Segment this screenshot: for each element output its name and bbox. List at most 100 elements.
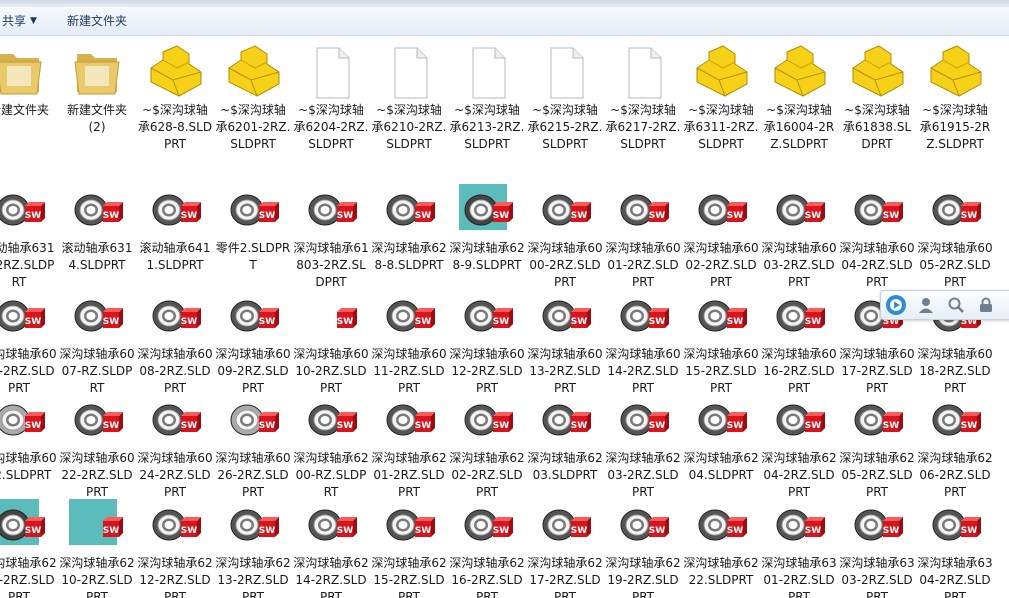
svg-text:SW: SW xyxy=(103,526,119,536)
folder-icon xyxy=(65,44,129,100)
file-item[interactable]: SW 深沟球轴承6301-2RZ.SLDPRT xyxy=(760,497,838,598)
svg-text:SW: SW xyxy=(337,421,353,431)
file-item[interactable]: 新建文件夹 xyxy=(0,44,58,148)
svg-text:SW: SW xyxy=(649,526,665,536)
bearing-icon: SW xyxy=(65,182,129,238)
file-item[interactable]: ~$深沟球轴承16004-2RZ.SLDPRT xyxy=(760,44,838,151)
file-item[interactable]: SW 深沟球轴承6000-2RZ.SLDPRT xyxy=(526,182,604,289)
file-item[interactable]: SW 深沟球轴承6202-2RZ.SLDPRT xyxy=(448,392,526,499)
share-button[interactable]: 共享 ▼ xyxy=(0,10,45,32)
file-item[interactable]: SW 深沟球轴承6215-2RZ.SLDPRT xyxy=(370,497,448,598)
file-item[interactable]: SW 深沟球轴承6003-2RZ.SLDPRT xyxy=(760,182,838,289)
file-item[interactable]: SW 深沟球轴承6201-2RZ.SLDPRT xyxy=(370,392,448,499)
part-yellow-icon xyxy=(767,44,831,100)
file-name: 深沟球轴承6009-2RZ.SLDPRT xyxy=(215,347,291,395)
file-item[interactable]: SW 深沟球轴承628-9.SLDPRT xyxy=(448,182,526,286)
file-item[interactable]: ~$深沟球轴承6217-2RZ.SLDPRT xyxy=(604,44,682,151)
svg-text:SW: SW xyxy=(571,526,587,536)
file-item[interactable]: SW 零件2.SLDPRT xyxy=(214,182,292,286)
file-name: 深沟球轴承6001-2RZ.SLDPRT xyxy=(605,241,681,289)
file-item[interactable]: SW 深沟球轴承6209-2RZ.SLDPRT xyxy=(0,497,58,598)
bearing-icon: SW xyxy=(689,288,753,344)
file-item[interactable]: ~$深沟球轴承6201-2RZ.SLDPRT xyxy=(214,44,292,151)
file-item[interactable]: SW 深沟球轴承6016-2RZ.SLDPRT xyxy=(760,288,838,395)
lock-icon[interactable] xyxy=(973,293,999,317)
bearing-icon: SW xyxy=(0,288,51,344)
file-item[interactable]: SW 深沟球轴承6012-2RZ.SLDPRT xyxy=(448,288,526,395)
file-item[interactable]: ~$深沟球轴承6210-2RZ.SLDPRT xyxy=(370,44,448,151)
file-item[interactable]: SW 深沟球轴承6200-RZ.SLDPRT xyxy=(292,392,370,499)
file-name: ~$深沟球轴承61915-2RZ.SLDPRT xyxy=(919,103,991,151)
file-item[interactable]: ~$深沟球轴承628-8.SLDPRT xyxy=(136,44,214,151)
file-item[interactable]: SW 深沟球轴承6008-2RZ.SLDPRT xyxy=(136,288,214,395)
file-item[interactable]: SW 深沟球轴承6204-2RZ.SLDPRT xyxy=(760,392,838,499)
bearing-icon: SW xyxy=(533,182,597,238)
file-name: 深沟球轴承6215-2RZ.SLDPRT xyxy=(371,556,447,598)
user-icon[interactable] xyxy=(913,293,939,317)
file-item[interactable]: ~$深沟球轴承6311-2RZ.SLDPRT xyxy=(682,44,760,151)
file-item[interactable]: SW 深沟球轴承6001-2RZ.SLDPRT xyxy=(604,182,682,289)
new-folder-button[interactable]: 新建文件夹 xyxy=(59,10,135,32)
file-item[interactable]: SW 深沟球轴承6002-2RZ.SLDPRT xyxy=(682,182,760,289)
file-item[interactable]: SW 深沟球轴承6206-2RZ.SLDPRT xyxy=(916,392,994,499)
file-item[interactable]: SW 深沟球轴承6217-2RZ.SLDPRT xyxy=(526,497,604,598)
file-item[interactable]: SW 滚动轴承6313-2RZ.SLDPRT xyxy=(0,182,58,289)
bearing-light-icon: SW xyxy=(0,392,51,448)
file-item[interactable]: SW 深沟球轴承6022-2RZ.SLDPRT xyxy=(58,392,136,499)
bearing-icon: SW xyxy=(299,497,363,553)
svg-text:SW: SW xyxy=(805,526,821,536)
file-item[interactable]: SW 深沟球轴承6219-2RZ.SLDPRT xyxy=(604,497,682,598)
file-item[interactable]: SW 深沟球轴承6212-2RZ.SLDPRT xyxy=(136,497,214,598)
svg-text:SW: SW xyxy=(493,211,509,221)
file-item[interactable]: SW 深沟球轴承6007-RZ.SLDPRT xyxy=(58,288,136,395)
svg-text:SW: SW xyxy=(961,526,977,536)
file-name: 深沟球轴承6015-2RZ.SLDPRT xyxy=(683,347,759,395)
file-item[interactable]: SW 深沟球轴承6203.SLDPRT xyxy=(526,392,604,496)
file-item[interactable]: SW 深沟球轴承6303-2RZ.SLDPRT xyxy=(838,497,916,598)
file-item[interactable]: SW 深沟球轴承6203-2RZ.SLDPRT xyxy=(604,392,682,499)
file-item[interactable]: SW 滚动轴承6314.SLDPRT xyxy=(58,182,136,286)
file-item[interactable]: SW 深沟球轴承6004-2RZ.SLDPRT xyxy=(838,182,916,289)
file-item[interactable]: SW 深沟球轴承6304-2RZ.SLDPRT xyxy=(916,497,994,598)
file-name: 深沟球轴承6013-2RZ.SLDPRT xyxy=(527,347,603,395)
file-item[interactable]: SW 深沟球轴承6216-2RZ.SLDPRT xyxy=(448,497,526,598)
file-item[interactable]: SW 深沟球轴承6205-2RZ.SLDPRT xyxy=(838,392,916,499)
file-item[interactable]: SW 深沟球轴承6024-2RZ.SLDPRT xyxy=(136,392,214,499)
file-item[interactable]: SW 深沟球轴承6014-2RZ.SLDPRT xyxy=(604,288,682,395)
file-item[interactable]: SW 深沟球轴承6010-2RZ.SLDPRT xyxy=(292,288,370,395)
file-item[interactable]: SW 深沟球轴承628-8.SLDPRT xyxy=(370,182,448,286)
file-item[interactable]: SW 深沟球轴承6011-2RZ.SLDPRT xyxy=(370,288,448,395)
search-icon[interactable] xyxy=(943,293,969,317)
file-item[interactable]: SW 深沟球轴承6213-2RZ.SLDPRT xyxy=(214,497,292,598)
file-item[interactable]: SW 深沟球轴承6210-2RZ.SLDPRT xyxy=(58,497,136,598)
file-item[interactable]: ~$深沟球轴承6215-2RZ.SLDPRT xyxy=(526,44,604,151)
svg-text:SW: SW xyxy=(337,211,353,221)
file-item[interactable]: SW 深沟球轴承6005-2RZ.SLDPRT xyxy=(916,182,994,289)
file-item[interactable]: SW 深沟球轴承6022.SLDPRT xyxy=(0,392,58,496)
file-item[interactable]: SW 滚动轴承6411.SLDPRT xyxy=(136,182,214,286)
file-item[interactable]: SW 深沟球轴承6009-2RZ.SLDPRT xyxy=(214,288,292,395)
file-item[interactable]: SW 深沟球轴承6015-2RZ.SLDPRT xyxy=(682,288,760,395)
svg-text:SW: SW xyxy=(883,526,899,536)
file-item[interactable]: SW 深沟球轴承6204.SLDPRT xyxy=(682,392,760,496)
sw-only-icon: SW xyxy=(299,288,363,344)
file-item[interactable]: ~$深沟球轴承61915-2RZ.SLDPRT xyxy=(916,44,994,151)
file-name: 深沟球轴承6206-2RZ.SLDPRT xyxy=(917,451,993,499)
svg-text:SW: SW xyxy=(415,421,431,431)
bearing-icon: SW xyxy=(299,392,363,448)
file-item[interactable]: SW 深沟球轴承6222.SLDPRT xyxy=(682,497,760,598)
file-item[interactable]: SW 深沟球轴承61803-2RZ.SLDPRT xyxy=(292,182,370,289)
file-item[interactable]: ~$深沟球轴承6213-2RZ.SLDPRT xyxy=(448,44,526,151)
file-item[interactable]: SW 深沟球轴承6013-2RZ.SLDPRT xyxy=(526,288,604,395)
file-name: 深沟球轴承6303-2RZ.SLDPRT xyxy=(839,556,915,598)
file-item[interactable]: SW 深沟球轴承6007-2RZ.SLDPRT xyxy=(0,288,58,395)
file-item[interactable]: ~$深沟球轴承61838.SLDPRT xyxy=(838,44,916,151)
file-item[interactable]: SW 深沟球轴承6214-2RZ.SLDPRT xyxy=(292,497,370,598)
file-name: 深沟球轴承6024-2RZ.SLDPRT xyxy=(137,451,213,499)
file-item[interactable]: 新建文件夹 (2) xyxy=(58,44,136,148)
file-item[interactable]: SW 深沟球轴承6026-2RZ.SLDPRT xyxy=(214,392,292,499)
teal-only-icon: SW xyxy=(65,497,129,553)
file-item[interactable]: ~$深沟球轴承6204-2RZ.SLDPRT xyxy=(292,44,370,151)
file-name: 深沟球轴承6014-2RZ.SLDPRT xyxy=(605,347,681,395)
record-icon[interactable] xyxy=(883,293,909,317)
